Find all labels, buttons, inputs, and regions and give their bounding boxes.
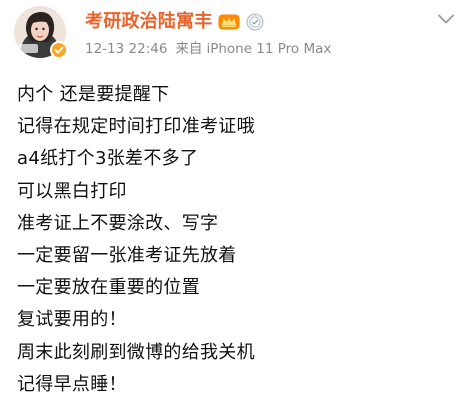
post-body: 内个 还是要提醒下 记得在规定时间打印准考证哦 a4纸打个3张差不多了 可以黑白…	[17, 79, 457, 400]
post-text-line: 记得在规定时间打印准考证哦	[17, 116, 255, 138]
post-header: 考研政治陆寓丰 12-13 22:46 来自 iPhone 11 Pro Max	[0, 0, 470, 66]
name-row: 考研政治陆寓丰	[85, 10, 264, 34]
verified-badge-icon	[50, 41, 68, 59]
post-text-line: 一定要留一张准考证先放着	[17, 244, 237, 266]
post-text-line: a4纸打个3张差不多了	[17, 148, 199, 170]
vip-crown-icon[interactable]	[218, 14, 240, 30]
post-meta: 12-13 22:46 来自 iPhone 11 Pro Max	[85, 40, 331, 58]
post-text-line: 可以黑白打印	[17, 180, 127, 202]
avatar-container[interactable]	[14, 6, 68, 59]
post-text-line: 准考证上不要涂改、写字	[17, 212, 219, 234]
post-text-line: 记得早点睡！	[17, 373, 127, 395]
source-device: iPhone 11 Pro Max	[206, 41, 332, 57]
source-prefix: 来自	[175, 41, 203, 57]
user-name[interactable]: 考研政治陆寓丰	[85, 10, 212, 34]
post-timestamp: 12-13 22:46	[85, 41, 168, 57]
post-text-line: 内个 还是要提醒下	[17, 84, 170, 105]
post-text-line: 一定要放在重要的位置	[17, 277, 200, 299]
medal-icon[interactable]	[246, 13, 264, 31]
more-chevron-icon[interactable]	[436, 12, 456, 26]
post-text-line: 复试要用的！	[17, 309, 127, 331]
post-text-line: 周末此刻刷到微博的给我关机	[17, 341, 255, 363]
